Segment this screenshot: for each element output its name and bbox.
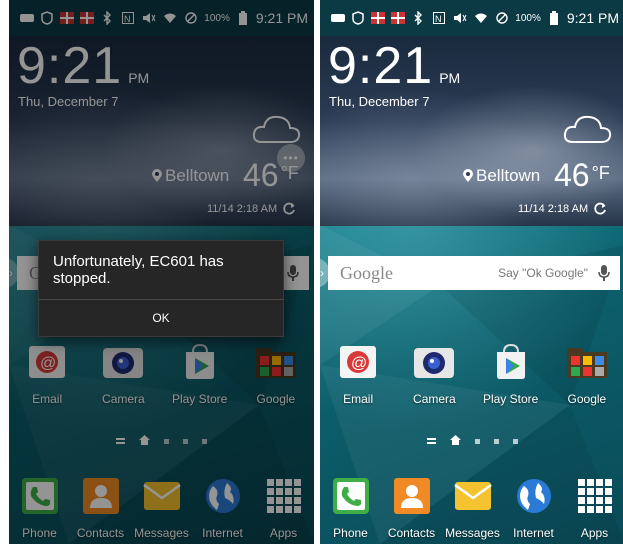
weather-temp-value: 46 xyxy=(554,157,590,193)
page-dot xyxy=(513,438,518,444)
weather-updated-time: 11/14 2:18 AM xyxy=(518,202,589,215)
dock: Phone Contacts Messages Internet Apps xyxy=(320,472,623,540)
contacts-icon xyxy=(388,472,436,520)
refresh-icon[interactable] xyxy=(594,202,607,215)
play-store-icon xyxy=(487,338,535,386)
google-folder-icon xyxy=(563,338,611,386)
svg-text:@: @ xyxy=(351,355,367,372)
phone-screen-left: N 100% 9:21 PM 9:21 PM Thu, December 7 •… xyxy=(9,0,314,544)
app-label: Apps xyxy=(580,526,609,540)
page-dot xyxy=(494,438,499,444)
mic-icon[interactable] xyxy=(598,265,610,281)
do-not-disturb-icon xyxy=(494,10,510,26)
phone-icon xyxy=(327,472,375,520)
bluetooth-icon xyxy=(410,10,426,26)
vpn-shield-icon xyxy=(350,10,366,26)
app-row: @ Email Camera Play Store Google xyxy=(320,338,623,406)
dock-messages[interactable]: Messages xyxy=(442,472,503,540)
crash-dialog: Unfortunately, EC601 has stopped. OK xyxy=(38,240,284,337)
dock-phone[interactable]: Phone xyxy=(320,472,381,540)
dock-apps[interactable]: Apps xyxy=(564,472,623,540)
status-time: 9:21 PM xyxy=(566,10,619,26)
app-email[interactable]: @ Email xyxy=(322,338,394,406)
ok-button[interactable]: OK xyxy=(39,300,283,336)
dock-contacts[interactable]: Contacts xyxy=(381,472,442,540)
search-hint: Say "Ok Google" xyxy=(498,266,588,280)
app-label: Email xyxy=(343,392,374,406)
weather-temp-unit: °F xyxy=(591,163,610,183)
weather-updated: 11/14 2:18 AM xyxy=(518,202,607,215)
app-camera[interactable]: Camera xyxy=(398,338,470,406)
status-bar: N 100% 9:21 PM xyxy=(320,0,623,36)
app-label: Play Store xyxy=(482,392,539,406)
cloud-icon xyxy=(563,115,612,143)
clock-time: 9:21 xyxy=(328,37,434,95)
weather-location-name: Belltown xyxy=(476,166,541,185)
apps-grid-icon xyxy=(571,472,619,520)
app-label: Google xyxy=(567,392,607,406)
phone-screen-right: N 100% 9:21 PM 9:21 PM Thu, December 7 B… xyxy=(320,0,623,544)
clock-ampm: PM xyxy=(439,70,461,86)
svg-text:N: N xyxy=(435,14,442,24)
battery-percentage: 100% xyxy=(515,12,541,24)
app-label: Phone xyxy=(333,526,368,540)
app-play-store[interactable]: Play Store xyxy=(475,338,547,406)
location-pin-icon xyxy=(463,169,473,182)
weather-location: Belltown xyxy=(463,166,540,186)
page-dot xyxy=(475,438,480,444)
battery-icon xyxy=(546,10,562,26)
mute-icon xyxy=(452,10,468,26)
google-search-bar[interactable]: Google Say "Ok Google" xyxy=(328,256,620,290)
page-indicator[interactable] xyxy=(320,432,623,450)
menu-lines-icon xyxy=(427,432,436,450)
nfc-icon: N xyxy=(431,10,447,26)
flag-icon xyxy=(390,10,406,26)
app-label: Internet xyxy=(513,526,554,540)
messages-icon xyxy=(449,472,497,520)
flag-icon xyxy=(370,10,386,26)
wifi-icon xyxy=(473,10,489,26)
notification-app-icon xyxy=(330,10,346,26)
clock: 9:21 PM xyxy=(328,40,460,92)
app-label: Camera xyxy=(413,392,456,406)
app-label: Messages xyxy=(445,526,500,540)
clock-date: Thu, December 7 xyxy=(329,94,430,109)
home-page-icon xyxy=(450,432,461,450)
internet-icon xyxy=(510,472,558,520)
google-logo: Google xyxy=(340,262,393,283)
camera-icon xyxy=(410,338,458,386)
crash-message: Unfortunately, EC601 has stopped. xyxy=(53,253,224,287)
email-icon: @ xyxy=(334,338,382,386)
weather-temperature: 46 °F xyxy=(554,157,610,194)
app-label: Contacts xyxy=(387,526,436,540)
app-google-folder[interactable]: Google xyxy=(551,338,623,406)
dock-internet[interactable]: Internet xyxy=(503,472,564,540)
clock-weather-widget[interactable]: 9:21 PM Thu, December 7 Belltown 46 °F 1… xyxy=(320,36,623,226)
